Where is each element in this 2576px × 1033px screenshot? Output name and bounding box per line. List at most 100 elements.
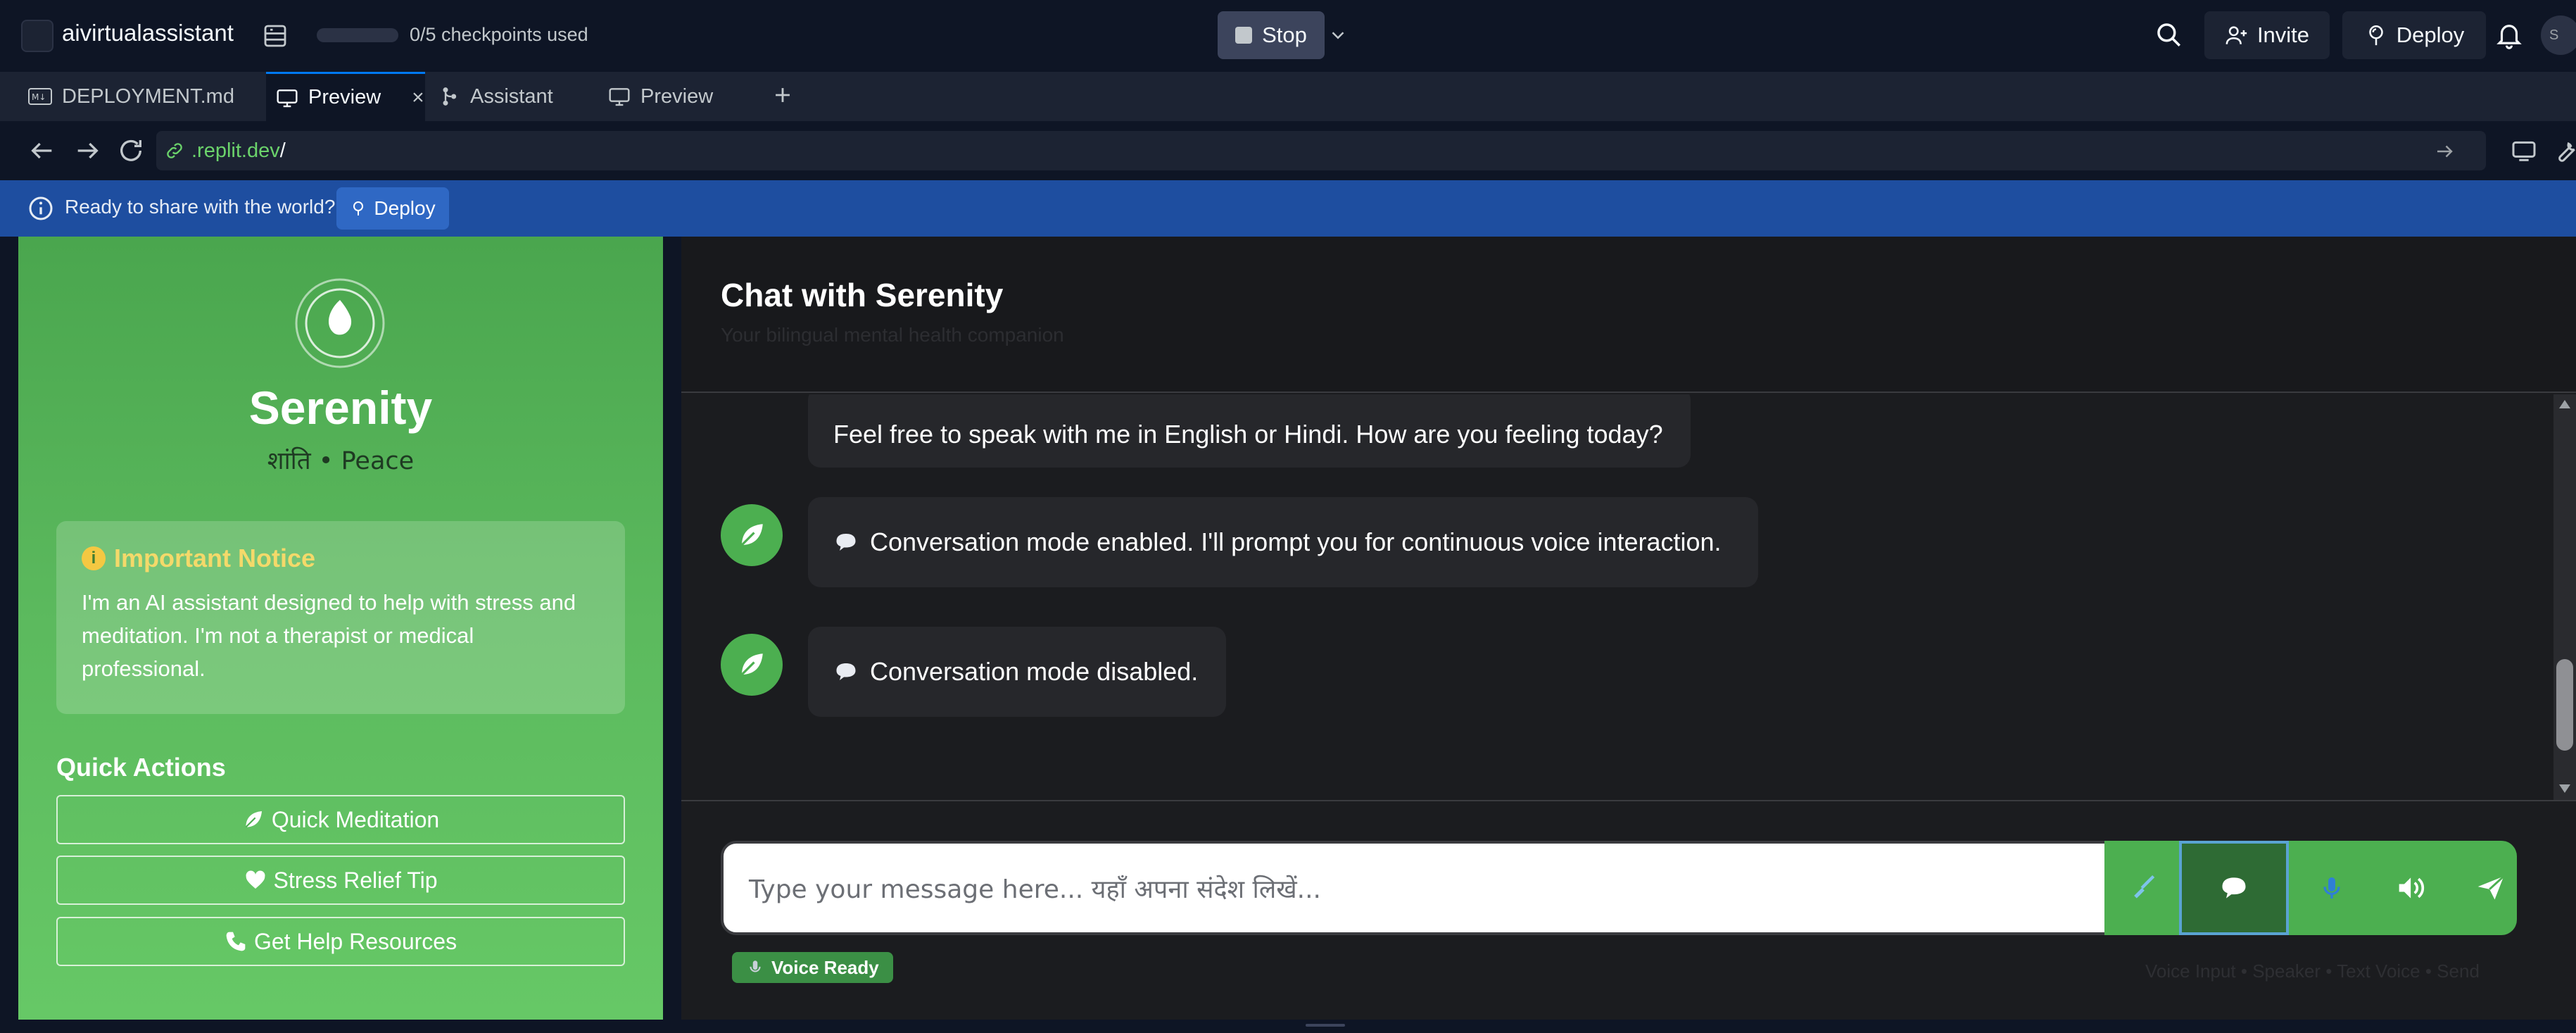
banner-text: Ready to share with the world? [65, 196, 336, 218]
message-text: Conversation mode enabled. I'll prompt y… [870, 527, 1722, 556]
tab-preview[interactable]: Preview [597, 72, 759, 121]
conversation-mode-button[interactable] [2179, 841, 2289, 935]
tab-preview-active[interactable]: Preview × [266, 72, 425, 121]
invite-label: Invite [2256, 23, 2310, 47]
invite-button[interactable]: Invite [2204, 11, 2330, 59]
quick-action-label: Quick Meditation [271, 806, 440, 832]
voice-input-button[interactable] [2293, 841, 2370, 935]
markdown-icon: M↓ [28, 88, 52, 105]
deploy-icon [353, 201, 364, 215]
bottom-strip [0, 1020, 2576, 1033]
speech-bubble-icon [836, 534, 856, 551]
stop-button[interactable]: Stop [1218, 11, 1325, 59]
link-icon [167, 143, 182, 158]
back-arrow-icon[interactable] [28, 137, 56, 165]
info-icon [29, 196, 53, 220]
resize-handle[interactable] [1306, 1024, 1345, 1027]
chat-scrollbar[interactable] [2553, 394, 2576, 800]
quick-meditation-button[interactable]: Quick Meditation [56, 795, 625, 844]
notice-body: I'm an AI assistant designed to help wit… [82, 590, 576, 681]
notice-title-text: Important Notice [114, 544, 316, 572]
speaker-button[interactable] [2373, 841, 2451, 935]
checkpoint-status[interactable]: 0/5 checkpoints used [410, 24, 588, 46]
tab-label: Preview [308, 86, 381, 108]
stop-icon [1235, 27, 1253, 44]
assistant-message: Conversation mode disabled. [808, 627, 1226, 717]
avatar-initial: S [2549, 27, 2559, 43]
database-icon[interactable] [260, 21, 290, 51]
composer-actions [2104, 841, 2517, 935]
app-name[interactable]: aivirtualassistant [62, 20, 234, 46]
url-field[interactable]: .replit.dev / [156, 131, 2486, 170]
send-button[interactable] [2452, 841, 2530, 935]
tab-deployment-md[interactable]: M↓ DEPLOYMENT.md [0, 72, 264, 121]
deploy-banner: Ready to share with the world? Deploy [0, 180, 2576, 237]
quick-actions-title: Quick Actions [56, 753, 226, 782]
preview-pane: Serenity शांति • Peace i Important Notic… [0, 237, 2576, 1020]
get-help-resources-button[interactable]: Get Help Resources [56, 917, 625, 966]
preview-toolbar: .replit.dev / [0, 121, 2576, 180]
scroll-up-icon[interactable] [2558, 399, 2572, 410]
user-avatar[interactable]: S [2541, 15, 2576, 55]
message-input[interactable]: Type your message here... यहाँ अपना संदे… [721, 841, 2109, 935]
close-tab-icon[interactable]: × [412, 86, 424, 110]
workspace-header: aivirtualassistant 0/5 checkpoints used … [0, 0, 2576, 70]
deploy-label: Deploy [2396, 23, 2465, 47]
assistant-message: Conversation mode enabled. I'll prompt y… [808, 497, 1758, 587]
composer-hint: Voice Input • Speaker • Text Voice • Sen… [2145, 960, 2480, 982]
notice-title: i Important Notice [82, 544, 600, 573]
assistant-avatar [721, 504, 783, 566]
scroll-down-icon[interactable] [2558, 783, 2572, 794]
tab-assistant[interactable]: Assistant [427, 72, 595, 121]
quick-action-label: Get Help Resources [253, 928, 457, 954]
url-domain: .replit.dev [191, 139, 280, 162]
info-icon: i [82, 546, 106, 570]
send-icon [2477, 875, 2505, 900]
chat-panel: Chat with Serenity Your bilingual mental… [681, 237, 2576, 1020]
voice-status-badge: Voice Ready [732, 952, 893, 983]
deploy-icon [2368, 25, 2383, 46]
assistant-avatar [721, 634, 783, 696]
stress-relief-tip-button[interactable]: Stress Relief Tip [56, 856, 625, 905]
scrollbar-thumb[interactable] [2556, 659, 2573, 751]
new-tab-plus-icon[interactable] [771, 83, 795, 107]
tab-label: Preview [640, 84, 714, 108]
bell-icon[interactable] [2494, 20, 2524, 49]
deploy-button[interactable]: Deploy [2342, 11, 2486, 59]
quick-action-label: Stress Relief Tip [273, 867, 438, 893]
url-path: / [279, 139, 286, 162]
leaf-icon [245, 811, 262, 828]
svg-text:M↓: M↓ [32, 92, 46, 102]
add-user-icon [2225, 26, 2247, 44]
assistant-icon [443, 87, 457, 106]
leaf-logo-icon [295, 278, 385, 368]
leaf-icon [740, 524, 763, 546]
voice-status-text: Voice Ready [771, 956, 879, 978]
assistant-message: Feel free to speak with me in English or… [808, 394, 1691, 468]
tab-label: Assistant [470, 84, 553, 108]
device-icon[interactable] [2510, 137, 2538, 165]
refresh-icon[interactable] [117, 137, 145, 165]
message-list: Feel free to speak with me in English or… [681, 394, 2548, 800]
forward-arrow-icon[interactable] [73, 137, 101, 165]
chat-subtitle: Your bilingual mental health companion [721, 324, 1064, 346]
search-icon[interactable] [2154, 20, 2183, 49]
tab-label: DEPLOYMENT.md [62, 84, 234, 108]
brand-title: Serenity [248, 382, 433, 434]
monitor-icon [609, 88, 630, 106]
message-text: Feel free to speak with me in English or… [833, 420, 1663, 449]
chat-title: Chat with Serenity [721, 277, 1004, 313]
clear-button[interactable] [2104, 841, 2182, 935]
chevron-down-icon[interactable] [1327, 21, 1349, 49]
broom-icon [2134, 875, 2155, 899]
app-icon[interactable] [21, 20, 53, 52]
app-sidebar: Serenity शांति • Peace i Important Notic… [18, 237, 663, 1020]
speaker-icon [2399, 877, 2425, 899]
microphone-icon [750, 960, 761, 972]
open-arrow-icon[interactable] [2434, 141, 2455, 162]
monitor-icon [277, 89, 298, 107]
brand-subtitle: शांति • Peace [267, 447, 415, 475]
heart-icon [246, 870, 265, 889]
wrench-icon[interactable] [2552, 137, 2576, 165]
banner-deploy-button[interactable]: Deploy [336, 187, 449, 230]
